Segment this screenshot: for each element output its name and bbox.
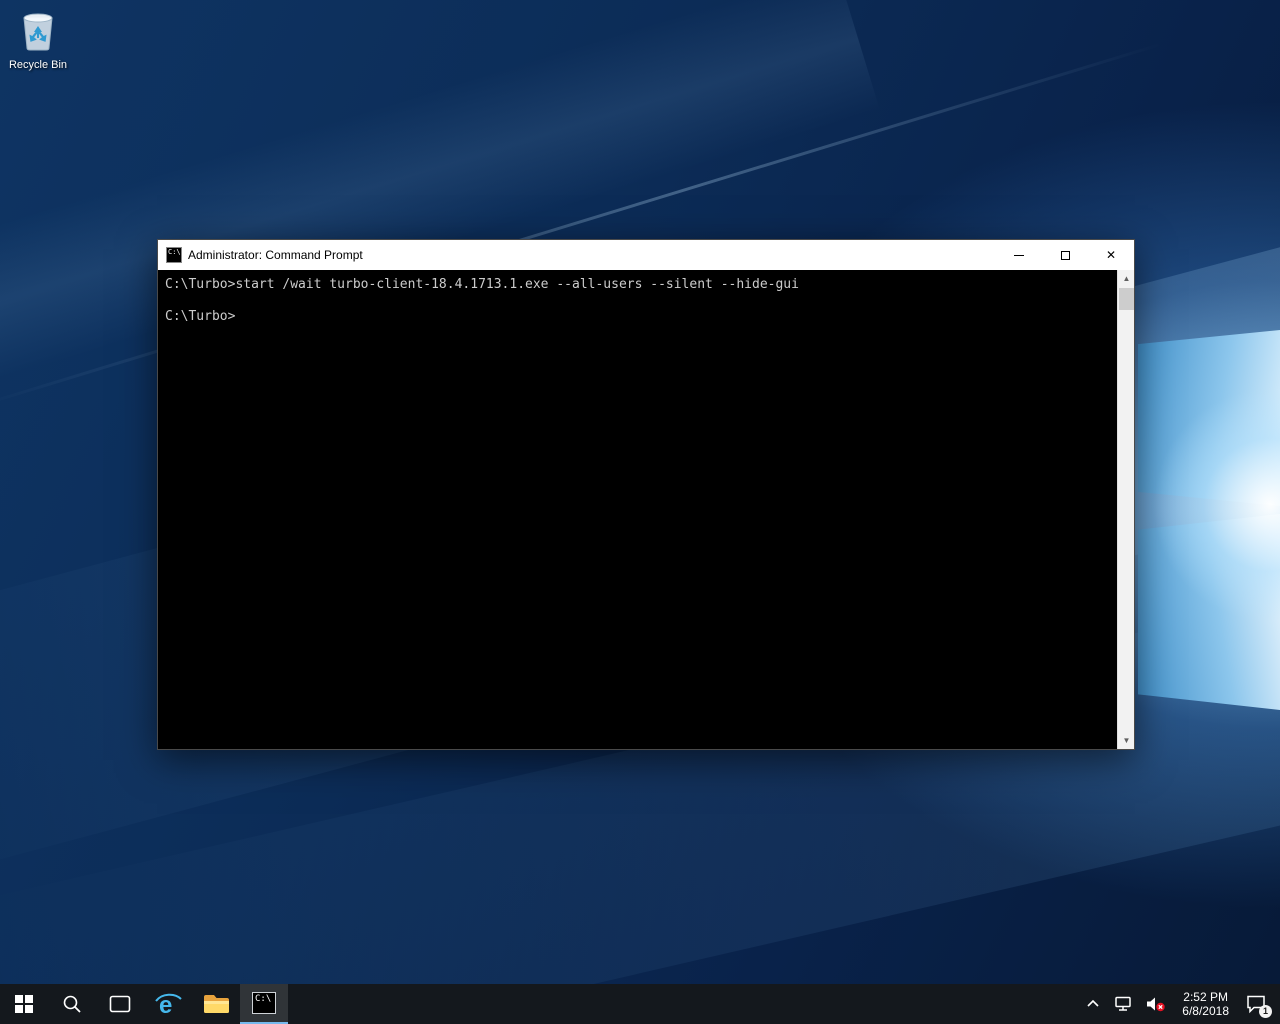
- scroll-down-icon[interactable]: ▼: [1118, 732, 1135, 749]
- hidden-icons-button[interactable]: [1079, 984, 1107, 1024]
- recycle-bin[interactable]: Recycle Bin: [6, 6, 70, 71]
- command-prompt-window: C:\ Administrator: Command Prompt ✕ C:\T…: [157, 239, 1135, 750]
- command-prompt-icon: C:\: [252, 992, 276, 1014]
- task-view-icon: [109, 995, 131, 1013]
- volume-button[interactable]: [1139, 984, 1173, 1024]
- window-controls: ✕: [996, 240, 1134, 270]
- console-line: [165, 293, 1117, 309]
- search-icon: [62, 994, 82, 1014]
- cmd-icon: C:\: [166, 247, 182, 263]
- file-explorer-button[interactable]: [192, 984, 240, 1024]
- clock-date: 6/8/2018: [1182, 1004, 1229, 1018]
- command-prompt-taskbar-button[interactable]: C:\: [240, 984, 288, 1024]
- console-line: C:\Turbo>start /wait turbo-client-18.4.1…: [165, 277, 1117, 293]
- minimize-button[interactable]: [996, 240, 1042, 270]
- taskbar: e C:\: [0, 984, 1280, 1024]
- action-center-button[interactable]: 1: [1238, 984, 1274, 1024]
- task-view-button[interactable]: [96, 984, 144, 1024]
- search-button[interactable]: [48, 984, 96, 1024]
- window-title: Administrator: Command Prompt: [188, 248, 996, 262]
- close-button[interactable]: ✕: [1088, 240, 1134, 270]
- windows-logo-icon: [15, 995, 33, 1013]
- scroll-up-icon[interactable]: ▲: [1118, 270, 1135, 287]
- start-button[interactable]: [0, 984, 48, 1024]
- recycle-bin-icon: [16, 6, 60, 52]
- console-line: C:\Turbo>: [165, 309, 1117, 325]
- console-output[interactable]: C:\Turbo>start /wait turbo-client-18.4.1…: [158, 270, 1117, 749]
- file-explorer-icon: [203, 993, 230, 1015]
- window-titlebar[interactable]: C:\ Administrator: Command Prompt ✕: [158, 240, 1134, 270]
- system-tray: 2:52 PM 6/8/2018 1: [1079, 984, 1280, 1024]
- console-scrollbar[interactable]: ▲ ▼: [1117, 270, 1134, 749]
- notification-badge: 1: [1259, 1005, 1272, 1018]
- maximize-button[interactable]: [1042, 240, 1088, 270]
- minimize-icon: [1014, 255, 1024, 256]
- recycle-bin-label: Recycle Bin: [6, 59, 70, 71]
- close-icon: ✕: [1106, 249, 1116, 261]
- maximize-icon: [1061, 251, 1070, 260]
- internet-explorer-icon: e: [154, 990, 182, 1018]
- clock[interactable]: 2:52 PM 6/8/2018: [1173, 984, 1238, 1024]
- internet-explorer-button[interactable]: e: [144, 984, 192, 1024]
- chevron-up-icon: [1086, 998, 1100, 1010]
- network-button[interactable]: [1107, 984, 1139, 1024]
- volume-muted-icon: [1146, 996, 1166, 1012]
- scrollbar-thumb[interactable]: [1119, 288, 1134, 310]
- clock-time: 2:52 PM: [1183, 990, 1228, 1004]
- network-icon: [1114, 996, 1132, 1012]
